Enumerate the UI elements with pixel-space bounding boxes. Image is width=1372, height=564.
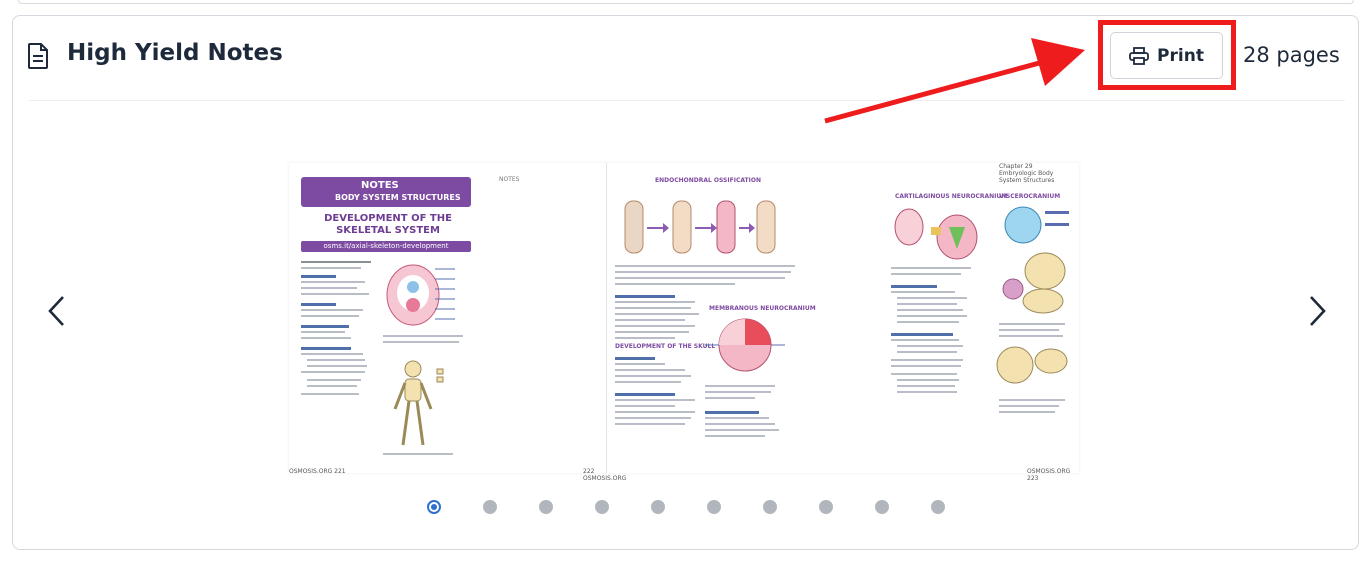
printer-icon: [1129, 46, 1149, 65]
page-footer-right: OSMOSIS.ORG 223: [1027, 468, 1071, 482]
pagination-dot-5[interactable]: [651, 500, 665, 514]
section-skull: DEVELOPMENT OF THE SKULL: [615, 343, 716, 350]
pagination-dot-3[interactable]: [539, 500, 553, 514]
document-icon: [28, 43, 48, 69]
next-page-button[interactable]: [1305, 294, 1329, 328]
pagination-dot-8[interactable]: [819, 500, 833, 514]
membranous-skull-illustration: [705, 318, 785, 372]
card-title: High Yield Notes: [67, 40, 283, 66]
pagination-dot-6[interactable]: [707, 500, 721, 514]
skull-profile-illustration: [1002, 252, 1066, 314]
skull-fontanelle-illustration: [996, 346, 1068, 384]
card-header: High Yield Notes Print 28 pages: [13, 16, 1358, 101]
page-count: 28 pages: [1243, 43, 1340, 67]
pagination-dot-1[interactable]: [427, 500, 441, 514]
chapter-label: Chapter 29 Embryologic Body System Struc…: [999, 163, 1055, 184]
section-endochondral: ENDOCHONDRAL OSSIFICATION: [655, 177, 761, 184]
header-divider: [29, 100, 1345, 101]
preview-page-left: NOTES BODY SYSTEM STRUCTURES DEVELOPMENT…: [289, 163, 489, 475]
pagination-dot-7[interactable]: [763, 500, 777, 514]
print-button-label: Print: [1157, 45, 1204, 66]
cartilaginous-skull-illustration: [894, 208, 978, 260]
chapter-url: osms.it/axial-skeleton-development: [301, 241, 471, 252]
banner-subtitle: BODY SYSTEM STRUCTURES: [335, 193, 461, 202]
notes-label: NOTES: [499, 176, 520, 183]
skeleton-illustration: [393, 360, 444, 446]
embryo-cross-section-illustration: [386, 264, 455, 326]
high-yield-notes-card: High Yield Notes Print 28 pages NOTES BO…: [12, 15, 1359, 550]
notes-banner: NOTES BODY SYSTEM STRUCTURES: [301, 177, 471, 207]
pagination-dot-9[interactable]: [875, 500, 889, 514]
pagination-dots: [427, 500, 945, 514]
previous-page-button[interactable]: [45, 294, 69, 328]
previous-card-edge: [18, 0, 1354, 4]
banner-title: NOTES: [361, 180, 399, 191]
pagination-dot-10[interactable]: [931, 500, 945, 514]
print-button[interactable]: Print: [1110, 32, 1223, 79]
pagination-dot-2[interactable]: [483, 500, 497, 514]
section-cartilaginous: CARTILAGINOUS NEUROCRANIUM: [895, 193, 1008, 200]
chapter-title: DEVELOPMENT OF THE SKELETAL SYSTEM: [324, 213, 452, 236]
viscerocranium-illustration: [1004, 206, 1069, 244]
page-footer-left: OSMOSIS.ORG 221: [289, 468, 346, 475]
section-membranous: MEMBRANOUS NEUROCRANIUM: [709, 305, 816, 312]
pagination-dot-4[interactable]: [595, 500, 609, 514]
ossification-illustration: [624, 200, 776, 254]
notes-page-preview: NOTES BODY SYSTEM STRUCTURES DEVELOPMENT…: [289, 163, 1079, 482]
preview-page-middle: NOTES 222 OSMOSIS.ORG: [489, 163, 626, 482]
preview-page-right: Chapter 29 Embryologic Body System Struc…: [607, 163, 1070, 482]
section-viscerocranium: VISCEROCRANIUM: [999, 193, 1061, 200]
